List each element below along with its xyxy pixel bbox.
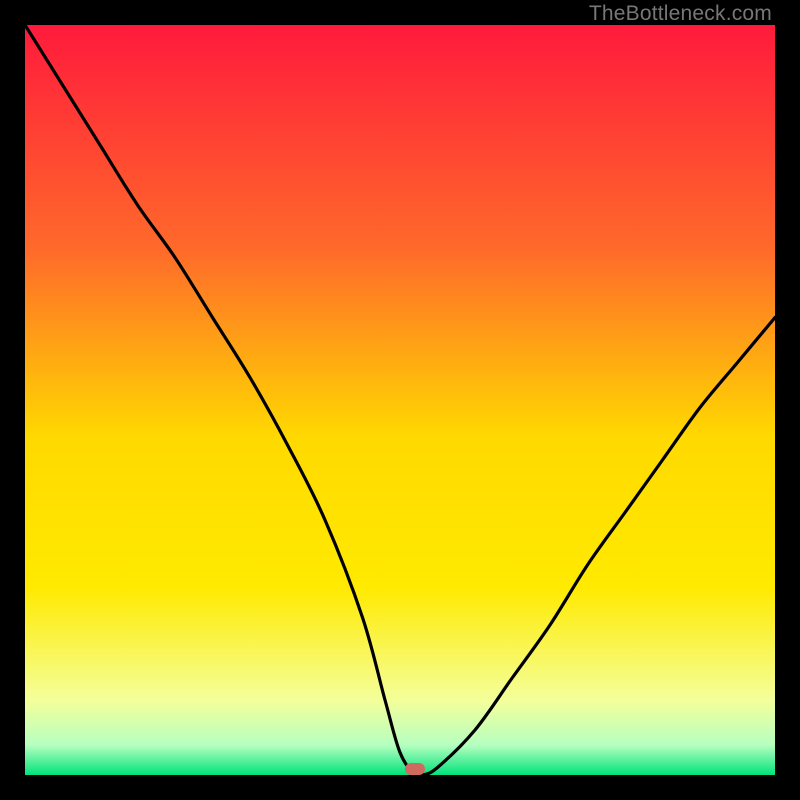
chart-frame [25, 25, 775, 775]
watermark-text: TheBottleneck.com [589, 2, 772, 26]
optimum-marker [405, 763, 425, 775]
gradient-background [25, 25, 775, 775]
bottleneck-curve-plot [25, 25, 775, 775]
